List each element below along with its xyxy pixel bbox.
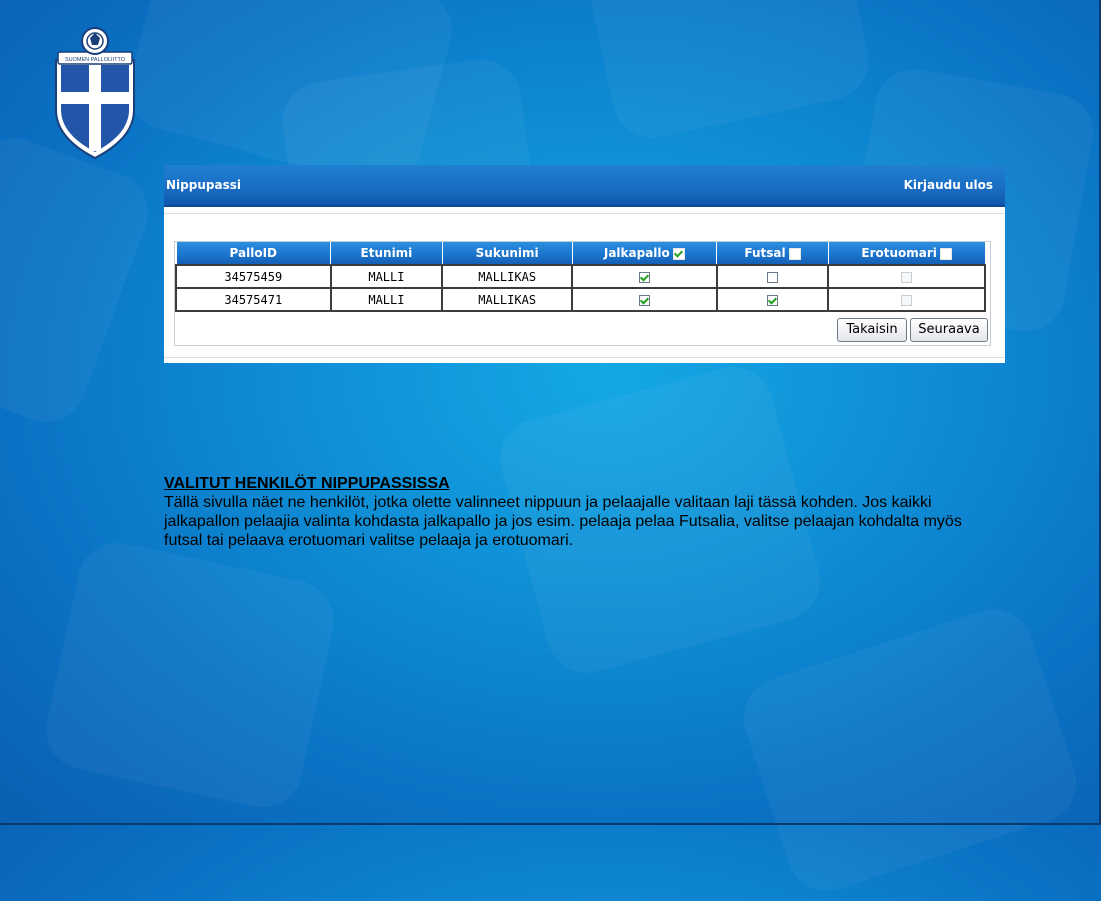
column-header-jalkapallo: Jalkapallo bbox=[571, 242, 718, 266]
panel-title: Nippupassi bbox=[166, 178, 241, 192]
info-body: Tällä sivulla näet ne henkilöt, jotka ol… bbox=[164, 494, 962, 549]
cell-jalkapallo bbox=[571, 287, 718, 312]
erotuomari-checkbox bbox=[901, 271, 913, 283]
cell-erotuomari bbox=[827, 287, 986, 312]
select-all-jalkapallo-checkbox[interactable] bbox=[672, 247, 685, 260]
suomen-palloliitto-crest-logo: SUOMEN PALLOLIITTO bbox=[55, 27, 135, 160]
column-header-palloid: PalloID bbox=[175, 242, 332, 266]
table-row: 34575471 MALLI MALLIKAS bbox=[175, 287, 986, 312]
cell-sukunimi: MALLIKAS bbox=[441, 287, 573, 312]
table-row: 34575459 MALLI MALLIKAS bbox=[175, 264, 986, 289]
futsal-checkbox[interactable] bbox=[766, 294, 778, 306]
table-header-row: PalloID Etunimi Sukunimi Jalkapallo Futs… bbox=[175, 242, 986, 266]
cell-futsal bbox=[715, 264, 830, 289]
cell-etunimi: MALLI bbox=[329, 287, 444, 312]
jalkapallo-checkbox[interactable] bbox=[638, 271, 650, 283]
info-section: VALITUT HENKILÖT NIPPUPASSISSA Tällä siv… bbox=[164, 474, 1004, 550]
jalkapallo-checkbox[interactable] bbox=[638, 294, 650, 306]
back-button[interactable]: Takaisin bbox=[837, 318, 907, 342]
cell-palloid: 34575471 bbox=[175, 287, 332, 312]
divider bbox=[164, 357, 1005, 358]
nippupassi-panel: Nippupassi Kirjaudu ulos PalloID Etunimi… bbox=[164, 165, 1005, 363]
cell-palloid: 34575459 bbox=[175, 264, 332, 289]
background-shape bbox=[733, 599, 1087, 901]
column-header-erotuomari: Erotuomari bbox=[827, 242, 986, 266]
cell-etunimi: MALLI bbox=[329, 264, 444, 289]
futsal-checkbox[interactable] bbox=[766, 271, 778, 283]
info-title: VALITUT HENKILÖT NIPPUPASSISSA bbox=[164, 475, 450, 492]
column-header-futsal: Futsal bbox=[716, 242, 829, 266]
select-all-futsal-checkbox[interactable] bbox=[788, 247, 801, 260]
cell-jalkapallo bbox=[571, 264, 718, 289]
player-grid-container: PalloID Etunimi Sukunimi Jalkapallo Futs… bbox=[174, 241, 991, 346]
column-header-etunimi: Etunimi bbox=[330, 242, 443, 266]
background-shape bbox=[0, 127, 160, 433]
column-header-sukunimi: Sukunimi bbox=[441, 242, 573, 266]
logout-link[interactable]: Kirjaudu ulos bbox=[904, 178, 993, 192]
next-button[interactable]: Seuraava bbox=[910, 318, 988, 342]
cell-futsal bbox=[715, 287, 830, 312]
select-all-erotuomari-checkbox[interactable] bbox=[939, 247, 952, 260]
player-table: PalloID Etunimi Sukunimi Jalkapallo Futs… bbox=[175, 242, 986, 312]
background-shape bbox=[38, 535, 342, 815]
cell-erotuomari bbox=[827, 264, 986, 289]
cell-sukunimi: MALLIKAS bbox=[441, 264, 573, 289]
divider bbox=[164, 213, 1005, 214]
panel-header: Nippupassi Kirjaudu ulos bbox=[164, 165, 1005, 207]
background-shape bbox=[584, 0, 876, 146]
svg-text:SUOMEN PALLOLIITTO: SUOMEN PALLOLIITTO bbox=[65, 57, 126, 63]
erotuomari-checkbox bbox=[901, 294, 913, 306]
